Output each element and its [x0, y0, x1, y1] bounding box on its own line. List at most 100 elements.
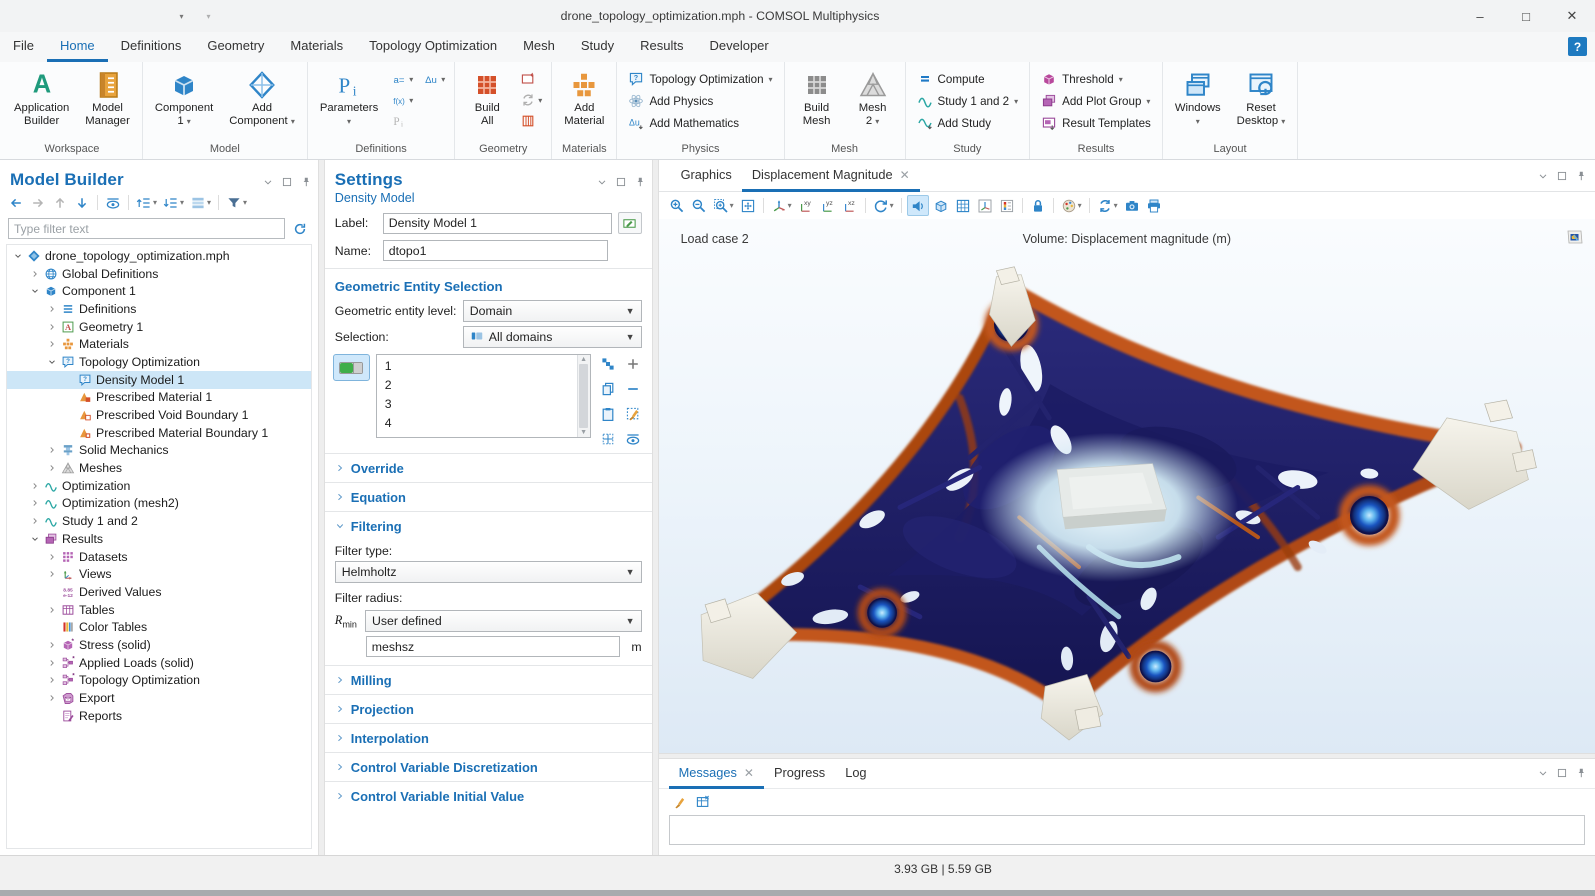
clear-selection-button[interactable]	[622, 404, 644, 424]
copy-selection-button[interactable]	[597, 379, 619, 399]
save-as-button[interactable]	[114, 3, 140, 29]
collapse-node-icon[interactable]	[11, 251, 25, 261]
section-interpolation[interactable]: Interpolation	[325, 723, 652, 752]
expand-node-icon[interactable]	[28, 481, 42, 491]
expand-node-icon[interactable]	[45, 552, 59, 562]
expand-node-icon[interactable]	[45, 640, 59, 650]
section-control-variable-discretization[interactable]: Control Variable Discretization	[325, 752, 652, 781]
new-file-button[interactable]	[33, 3, 59, 29]
panel-pin-icon[interactable]	[1575, 767, 1587, 779]
expand-button[interactable]: ▾	[134, 192, 159, 213]
view-yz-button[interactable]: yz	[818, 195, 838, 216]
tree-node[interactable]: Optimization	[7, 477, 311, 495]
tree-node[interactable]: ?Topology Optimization	[7, 353, 311, 371]
menu-tab-file[interactable]: File	[0, 32, 47, 62]
panel-pin-icon[interactable]	[634, 176, 646, 188]
grid-button[interactable]	[953, 195, 973, 216]
delete-button[interactable]	[330, 3, 356, 29]
clear-messages-button[interactable]	[669, 792, 689, 813]
create-selection-button[interactable]	[597, 429, 619, 449]
messages-tab-progress[interactable]: Progress	[764, 759, 835, 789]
panel-float-icon[interactable]	[1556, 170, 1568, 182]
rename-button[interactable]	[618, 212, 642, 234]
active-selection-toggle[interactable]	[333, 354, 370, 381]
tree-node[interactable]: Materials	[7, 335, 311, 353]
redo-button[interactable]: ▾	[195, 3, 221, 29]
view-xy-button[interactable]: xy	[796, 195, 816, 216]
virtual-operations-button[interactable]	[517, 112, 545, 130]
entity-level-select[interactable]: Domain▼	[463, 300, 642, 322]
collapse-node-icon[interactable]	[28, 534, 42, 544]
result-templates-button[interactable]: Result Templates	[1036, 113, 1156, 133]
section-milling[interactable]: Milling	[325, 665, 652, 694]
section-override[interactable]: Override	[325, 453, 652, 482]
forward-button[interactable]	[28, 192, 48, 213]
nonlocal-couplings-button[interactable]: Δu▾	[420, 70, 448, 88]
zoom-extents-button[interactable]	[738, 195, 758, 216]
menu-tab-mesh[interactable]: Mesh	[510, 32, 568, 62]
add-to-selection-button[interactable]	[622, 354, 644, 374]
zoom-box-button[interactable]: ▾	[711, 195, 736, 216]
tree-node[interactable]: Global Definitions	[7, 265, 311, 283]
tree-node[interactable]: Reports	[7, 707, 311, 725]
add-physics-button[interactable]: Add Physics	[623, 91, 777, 111]
help-button[interactable]: ?	[1568, 37, 1587, 56]
plot-thumbnail-icon[interactable]	[1565, 227, 1585, 250]
selection-list-item[interactable]: 2	[377, 376, 577, 395]
paste-button[interactable]	[276, 3, 302, 29]
model-manager-button[interactable]: ModelManager	[79, 65, 136, 130]
menu-tab-developer[interactable]: Developer	[696, 32, 781, 62]
close-button[interactable]: ✕	[1549, 0, 1595, 32]
filter-radius-input[interactable]	[366, 636, 621, 657]
parameter-case-button[interactable]: Pi	[388, 112, 416, 130]
filter-radius-mode-select[interactable]: User defined▼	[365, 610, 642, 632]
expand-node-icon[interactable]	[45, 339, 59, 349]
graphics-canvas[interactable]: Load case 2 Volume: Displacement magnitu…	[659, 219, 1595, 753]
add-plot-group-button[interactable]: Add Plot Group▾	[1036, 91, 1156, 111]
paste-selection-button[interactable]	[597, 404, 619, 424]
selection-list-item[interactable]: 3	[377, 395, 577, 414]
tree-node[interactable]: Export	[7, 689, 311, 707]
compute-button[interactable]: Compute	[912, 69, 1024, 89]
panel-pin-icon[interactable]	[1575, 170, 1587, 182]
tree-node[interactable]: AGeometry 1	[7, 318, 311, 336]
color-legend-button[interactable]	[997, 195, 1017, 216]
graphics-tab-graphics[interactable]: Graphics	[671, 160, 742, 192]
selection-list-item[interactable]: 1	[377, 357, 577, 376]
go-to-view-button[interactable]: ▾	[769, 195, 794, 216]
open-button[interactable]	[60, 3, 86, 29]
tree-node[interactable]: Component 1	[7, 282, 311, 300]
collapse-node-icon[interactable]	[45, 357, 59, 367]
move-up-button[interactable]	[50, 192, 70, 213]
tree-node[interactable]: ?Density Model 1	[7, 371, 311, 389]
panel-float-icon[interactable]	[1556, 767, 1568, 779]
expand-node-icon[interactable]	[45, 605, 59, 615]
expand-node-icon[interactable]	[45, 304, 59, 314]
listbox-scrollbar[interactable]: ▲▼	[577, 355, 590, 437]
menu-tab-study[interactable]: Study	[568, 32, 627, 62]
name-input[interactable]	[383, 240, 608, 261]
section-projection[interactable]: Projection	[325, 694, 652, 723]
minimize-button[interactable]: –	[1457, 0, 1503, 32]
add-component-button[interactable]: AddComponent ▾	[223, 65, 301, 130]
zoom-in-button[interactable]	[667, 195, 687, 216]
section-control-variable-initial-value[interactable]: Control Variable Initial Value	[325, 781, 652, 810]
cut-button[interactable]	[222, 3, 248, 29]
close-tab-icon[interactable]: ✕	[744, 766, 754, 780]
splitter-left[interactable]	[318, 160, 325, 855]
tree-node[interactable]: Prescribed Void Boundary 1	[7, 406, 311, 424]
search-button[interactable]	[438, 3, 464, 29]
view-xz-button[interactable]: xz	[840, 195, 860, 216]
tree-node[interactable]: *Topology Optimization	[7, 672, 311, 690]
copy-table-button[interactable]	[693, 792, 713, 813]
tree-filter-input[interactable]	[8, 218, 285, 239]
expand-node-icon[interactable]	[45, 445, 59, 455]
messages-tab-log[interactable]: Log	[835, 759, 876, 789]
tree-node[interactable]: Results	[7, 530, 311, 548]
undo-button[interactable]: ▾	[168, 3, 194, 29]
menu-tab-results[interactable]: Results	[627, 32, 696, 62]
tree-node[interactable]: Optimization (mesh2)	[7, 495, 311, 513]
find-button[interactable]	[411, 3, 437, 29]
add-study-button[interactable]: Add Study	[912, 113, 1024, 133]
tree-node[interactable]: drone_topology_optimization.mph	[7, 247, 311, 265]
